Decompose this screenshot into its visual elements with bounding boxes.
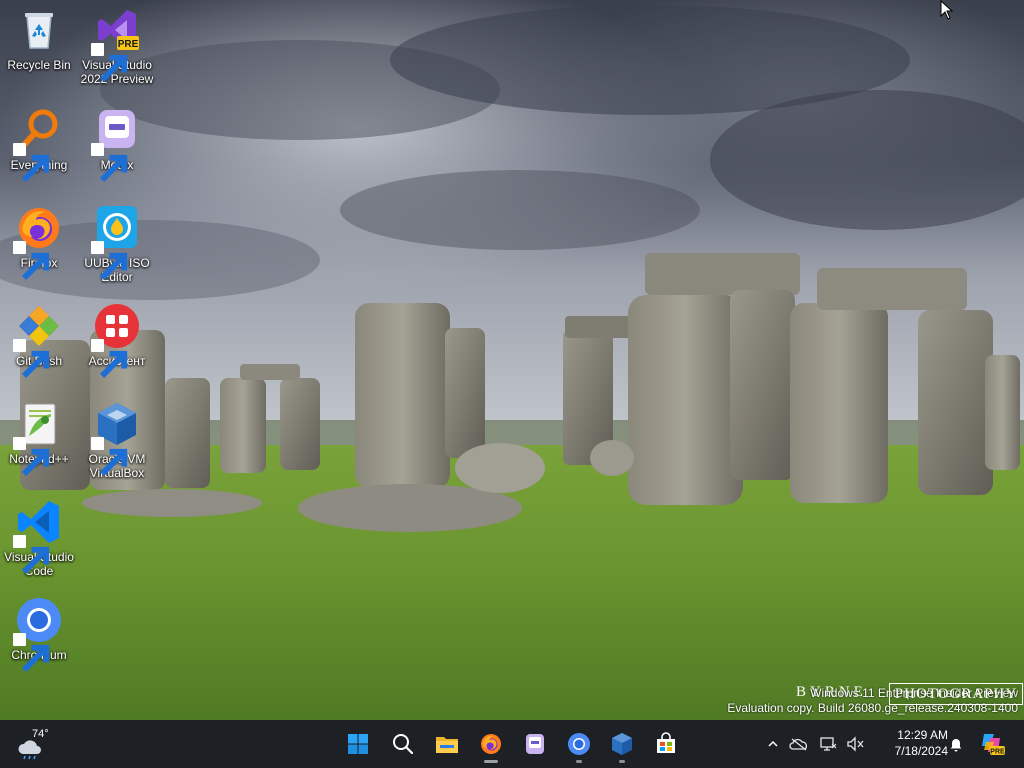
shortcut-arrow-icon bbox=[91, 143, 128, 183]
store-icon bbox=[657, 732, 675, 753]
desktop-icon-uubyte-iso-editor[interactable]: UUByte ISO Editor bbox=[79, 204, 155, 284]
motrix-icon bbox=[91, 106, 141, 183]
search-icon bbox=[393, 734, 414, 755]
onedrive-tray-button[interactable] bbox=[784, 720, 814, 768]
mouse-cursor-icon bbox=[940, 0, 954, 20]
firefox-icon bbox=[13, 204, 63, 281]
virtualbox-icon bbox=[91, 400, 141, 477]
copilot-icon: PRE bbox=[982, 734, 1005, 755]
shortcut-arrow-icon bbox=[13, 143, 50, 183]
chevron-up-icon bbox=[768, 740, 778, 747]
volume-tray-button[interactable] bbox=[842, 720, 868, 768]
recycle-bin-icon bbox=[15, 6, 63, 54]
shortcut-arrow-icon bbox=[91, 339, 128, 379]
desktop-icon-visual-studio-code[interactable]: Visual Studio Code bbox=[1, 498, 77, 578]
assistant-icon bbox=[91, 302, 141, 379]
copilot-preview-button[interactable]: PRE bbox=[978, 730, 1006, 758]
shortcut-arrow-icon bbox=[13, 437, 50, 477]
desktop-icon-notepad-plus-plus[interactable]: Notepad++ bbox=[1, 400, 77, 477]
system-tray bbox=[762, 720, 868, 768]
shortcut-arrow-icon bbox=[13, 241, 50, 281]
chromium-taskbar-button[interactable] bbox=[559, 724, 599, 764]
git-bash-icon bbox=[13, 302, 63, 379]
file-explorer-icon bbox=[436, 737, 458, 753]
clock-time: 12:29 AM bbox=[897, 728, 948, 742]
firefox-icon bbox=[481, 734, 501, 754]
desktop-icon-firefox[interactable]: Firefox bbox=[1, 204, 77, 281]
file-explorer-button[interactable] bbox=[427, 724, 467, 764]
copilot-pre-badge: PRE bbox=[990, 748, 1005, 755]
onedrive-offline-icon bbox=[789, 738, 807, 751]
uubyte-iso-editor-icon bbox=[91, 204, 141, 281]
shortcut-arrow-icon bbox=[91, 43, 128, 83]
desktop-icon-everything[interactable]: Everything bbox=[1, 106, 77, 183]
everything-search-icon bbox=[13, 106, 63, 183]
microsoft-store-button[interactable] bbox=[646, 724, 686, 764]
chromium-icon bbox=[13, 596, 63, 673]
shortcut-arrow-icon bbox=[13, 633, 50, 673]
chromium-icon bbox=[568, 733, 590, 755]
motrix-taskbar-button[interactable] bbox=[515, 724, 555, 764]
notifications-button[interactable] bbox=[946, 734, 966, 754]
motrix-icon bbox=[526, 734, 544, 754]
taskbar bbox=[0, 720, 1024, 768]
desktop-icon-assistant[interactable]: Ассистент bbox=[79, 302, 155, 379]
taskbar-clock[interactable]: 12:29 AM 7/18/2024 bbox=[876, 727, 948, 759]
bell-icon bbox=[950, 739, 962, 752]
running-indicator bbox=[484, 760, 498, 763]
desktop-icon-motrix[interactable]: Motrix bbox=[79, 106, 155, 183]
desktop-icon-recycle-bin[interactable]: Recycle Bin bbox=[1, 6, 77, 72]
vscode-icon bbox=[13, 498, 63, 575]
notepad-plus-plus-icon bbox=[13, 400, 63, 477]
shortcut-arrow-icon bbox=[91, 241, 128, 281]
volume-muted-icon bbox=[847, 736, 864, 752]
start-button[interactable] bbox=[338, 724, 378, 764]
search-button[interactable] bbox=[383, 724, 423, 764]
running-indicator bbox=[576, 760, 582, 763]
firefox-taskbar-button[interactable] bbox=[471, 724, 511, 764]
shortcut-arrow-icon bbox=[13, 535, 50, 575]
windows-start-icon bbox=[348, 734, 368, 754]
shortcut-arrow-icon bbox=[13, 339, 50, 379]
show-hidden-icons-button[interactable] bbox=[762, 720, 784, 768]
virtualbox-icon bbox=[612, 733, 632, 755]
desktop-icon-chromium[interactable]: Chromium bbox=[1, 596, 77, 673]
visual-studio-preview-icon: PRE bbox=[91, 6, 141, 83]
desktop-icon-label: Recycle Bin bbox=[7, 58, 71, 72]
running-indicator bbox=[619, 760, 625, 763]
clock-date: 7/18/2024 bbox=[894, 744, 948, 758]
desktop-icon-virtualbox[interactable]: Oracle VM VirtualBox bbox=[79, 400, 155, 480]
virtualbox-taskbar-button[interactable] bbox=[602, 724, 642, 764]
network-icon bbox=[820, 737, 837, 751]
photo-credit-photography: PHOTOGRAPHY bbox=[889, 683, 1023, 705]
desktop-icon-visual-studio-2022-preview[interactable]: PRE Visual Studio 2022 Preview bbox=[79, 6, 155, 86]
weather-temperature: 74° bbox=[32, 728, 49, 740]
network-tray-button[interactable] bbox=[814, 720, 842, 768]
desktop-icon-git-bash[interactable]: Git Bash bbox=[1, 302, 77, 379]
weather-widget[interactable]: 74° bbox=[12, 724, 62, 764]
shortcut-arrow-icon bbox=[91, 437, 128, 477]
